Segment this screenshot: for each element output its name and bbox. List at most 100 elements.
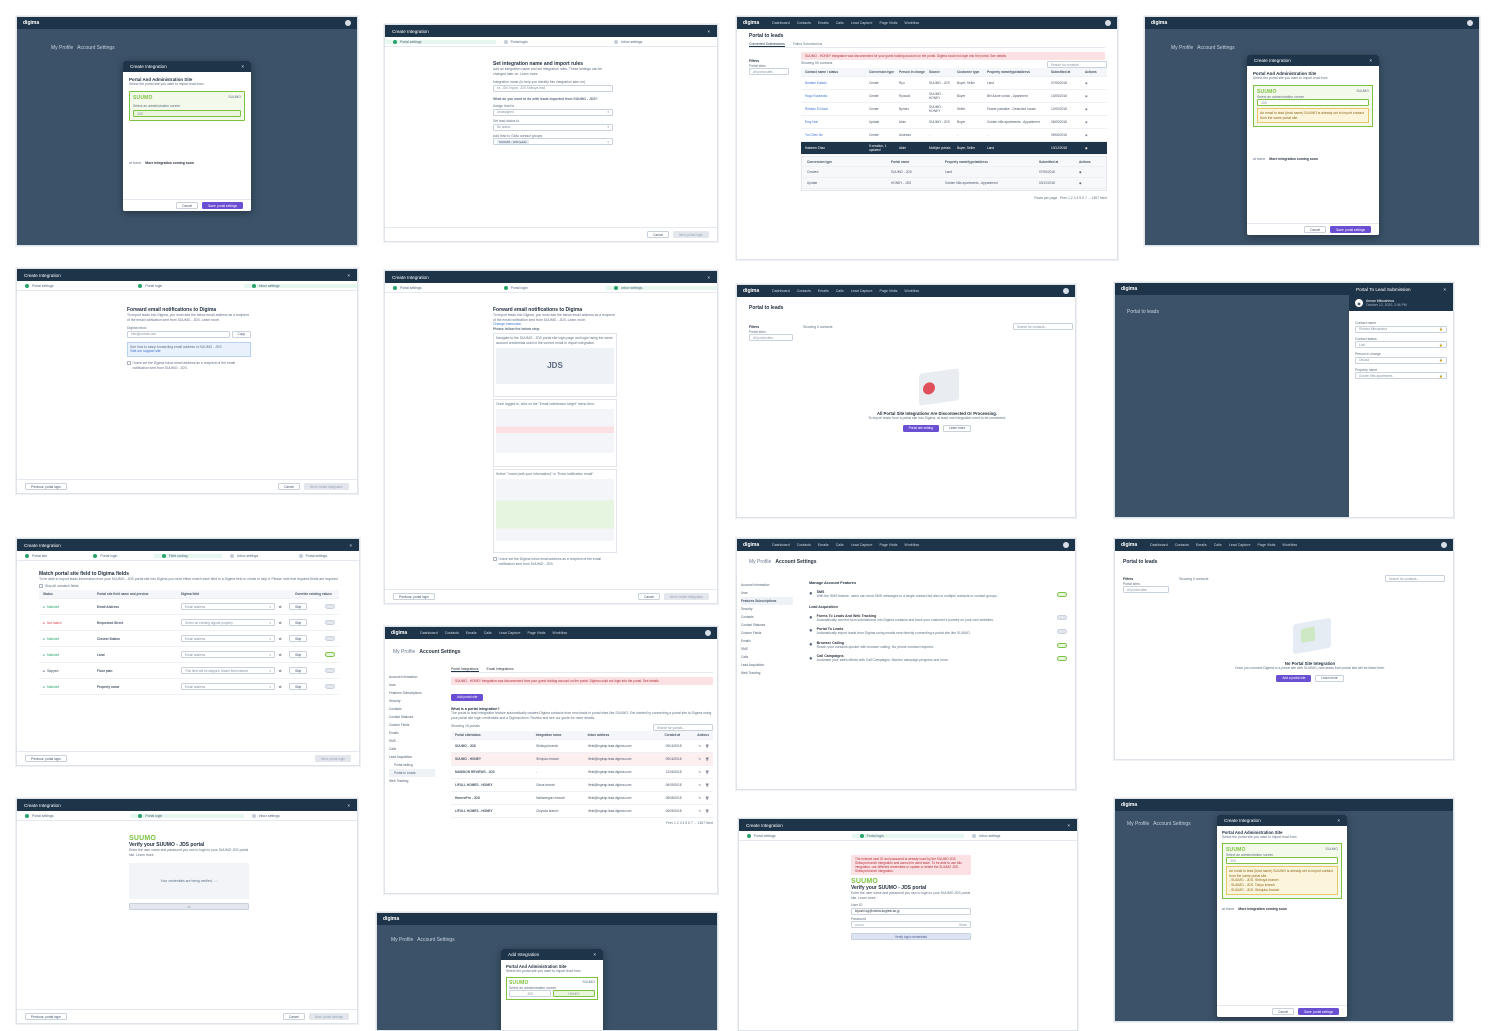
copy-button[interactable]: Copy [231,330,251,338]
userid-input[interactable]: kiyoshi.kg@shinta-kogteki.ac.jp [851,907,971,915]
search-input[interactable]: Search for contacts... [1047,61,1107,68]
next-button[interactable]: Next: portal settings [308,1013,349,1020]
close-icon[interactable]: × [347,273,350,278]
edit-icon[interactable]: ✎ [699,809,702,813]
sidebar-item[interactable]: User [741,589,793,597]
table-row[interactable]: Hakeem Zhao 5 creation, 1 updated Akim Mult… [801,142,1107,155]
sidebar-item[interactable]: Features Subscriptions [741,597,793,605]
delete-icon[interactable]: 🗑 [705,757,709,761]
sidebar-item[interactable]: Security [389,697,435,705]
feature-toggle[interactable] [1057,656,1067,662]
sidebar-item[interactable]: Contacts [741,613,793,621]
skip-button[interactable]: Skip [289,619,308,627]
close-icon[interactable]: × [707,29,710,34]
tab-email-integrations[interactable]: Email Integrations [487,667,514,672]
digima-field-select[interactable]: Email address ▾ [181,651,275,659]
view-icon[interactable]: ◉ [1085,133,1088,137]
sidebar-item[interactable]: Features Subscriptions [389,689,435,697]
verify-button[interactable]: Verify login credentials [851,933,971,941]
avatar[interactable] [345,20,351,26]
honey-option[interactable]: HONEY [553,990,595,998]
delete-icon[interactable]: 🗑 [705,770,709,774]
close-icon[interactable]: × [1369,58,1372,63]
view-icon[interactable]: ◉ [1085,146,1088,150]
close-icon[interactable]: × [1067,823,1070,828]
digima-field-select[interactable]: Email address ▾ [181,603,275,611]
confirm-checkbox[interactable]: I have set the Digima inbox email addres… [127,360,251,370]
search-input[interactable]: Search for contacts... [1013,323,1073,330]
portal-sites-select[interactable]: All portal sites [749,68,789,76]
sidebar-item[interactable]: Web Tracking [741,669,793,677]
skip-button[interactable]: Skip [289,603,308,611]
table-row[interactable]: ● Matched Property name Email address ▾ ⇄ Skip [39,679,339,696]
save-portal-settings-button[interactable]: Save: portal settings [202,202,243,209]
override-toggle[interactable] [325,636,335,642]
integration-name-input[interactable]: ex. JDS Import, JDS Shibuya lead [493,84,613,92]
table-row[interactable]: ● Skipped Floor plan This field will be ski… [39,663,339,680]
feature-toggle[interactable] [1057,628,1067,634]
table-row[interactable]: Hugo Kuramoto Create Ryosuki SUUMO - HONEY B… [801,90,1107,103]
sidebar-item[interactable]: Web Tracking [389,777,435,785]
override-toggle[interactable] [325,684,335,690]
search-input[interactable]: Search for contacts... [1385,575,1445,582]
sidebar-item[interactable]: Lead Acquisition [741,661,793,669]
sidebar-item[interactable]: Calls [741,653,793,661]
digima-field-select[interactable]: Email address ▾ [181,635,275,643]
table-row[interactable]: Rohisto El Noori Create Byrnes SUUMO - HONE… [801,103,1107,116]
edit-icon[interactable]: ✎ [699,783,702,787]
sidebar-subitem[interactable]: Portal setting [389,761,435,769]
sub-table-row[interactable]: Created SUUMO - JDS Land 07/06/2018 ◉ [803,167,1105,178]
delete-icon[interactable]: 🗑 [705,744,709,748]
sidebar-item[interactable]: Account Information [389,673,435,681]
sidebar-item[interactable]: Calls [389,745,435,753]
sidebar-item[interactable]: Contact Statuses [389,713,435,721]
portal-settings-button[interactable]: Portal site setting [902,424,940,432]
jds-option[interactable]: JDS [1226,857,1338,865]
portal-sites-select[interactable]: All portal sites [1123,586,1169,594]
table-row[interactable]: HomesPro - JDS Nakameguro branch ffeid@ing… [451,792,713,806]
delete-icon[interactable]: 🗑 [705,796,709,800]
delete-icon[interactable]: 🗑 [705,809,709,813]
previous-button[interactable]: Previous: portal login [25,1013,67,1020]
avatar[interactable] [1441,542,1447,548]
learn-more-button[interactable]: Learn more [943,424,972,432]
override-toggle[interactable] [325,620,335,626]
avatar[interactable] [705,630,711,636]
cancel-button[interactable]: Cancel [647,231,670,238]
portal-sites-select[interactable]: All portal sites [749,334,793,342]
next-button[interactable]: Next: portal login [673,231,709,238]
groups-select[interactable]: SUUMO - JDS leads ▾ [493,138,613,146]
edit-icon[interactable]: ✎ [699,744,702,748]
edit-icon[interactable]: ✎ [699,757,702,761]
sidebar-item[interactable]: Emails [389,729,435,737]
digima-field-select[interactable]: This field will be skipped. Match field … [181,667,275,675]
view-icon[interactable]: ◉ [1079,181,1082,185]
password-input[interactable]: •••••••• Show [851,921,971,929]
sidebar-item[interactable]: Emails [741,637,793,645]
view-icon[interactable]: ◉ [1085,94,1088,98]
tab-portal-integrations[interactable]: Portal Integrations [451,667,479,672]
delete-icon[interactable]: 🗑 [705,783,709,787]
previous-button[interactable]: Previous: portal login [25,755,67,762]
table-row[interactable]: ● Not match Requested Street Select an exis… [39,615,339,632]
suumo-option[interactable]: SUUMO SUUMO Select an administration scre… [1222,842,1342,900]
sidebar-item[interactable]: Custom Fields [741,629,793,637]
sidebar-subitem[interactable]: Portal to Leads [389,769,435,777]
close-icon[interactable]: × [241,64,244,69]
suumo-option[interactable]: SUUMO SUUMO Select an administration scre… [506,976,598,1001]
table-row[interactable]: Noelani Kuboki Create Ryu SUUMO - JDS Buyer,… [801,77,1107,90]
sidebar-item[interactable]: Account Information [741,581,793,589]
skip-button[interactable]: Skip [289,683,308,691]
save-portal-settings-button[interactable]: Save: portal settings [1298,1008,1339,1015]
edit-icon[interactable]: ✎ [699,796,702,800]
pagination[interactable]: Prev 1 2 3 4 5 6 7 ... 1367 Next [451,821,713,826]
confirm-checkbox[interactable]: I have set the Digima inbox email addres… [493,557,617,566]
pagination[interactable]: Rows per page Prev 1 2 3 4 5 6 7 ... 136… [801,196,1107,201]
avatar[interactable] [1063,542,1069,548]
override-toggle[interactable] [325,668,335,674]
add-portal-button[interactable]: Add portal site [451,693,484,701]
create-integration-button[interactable]: Next: create integration [664,593,709,600]
show-password-button[interactable]: Show [959,923,967,927]
override-toggle[interactable] [325,604,335,610]
cancel-button[interactable]: Cancel [1272,1008,1295,1015]
